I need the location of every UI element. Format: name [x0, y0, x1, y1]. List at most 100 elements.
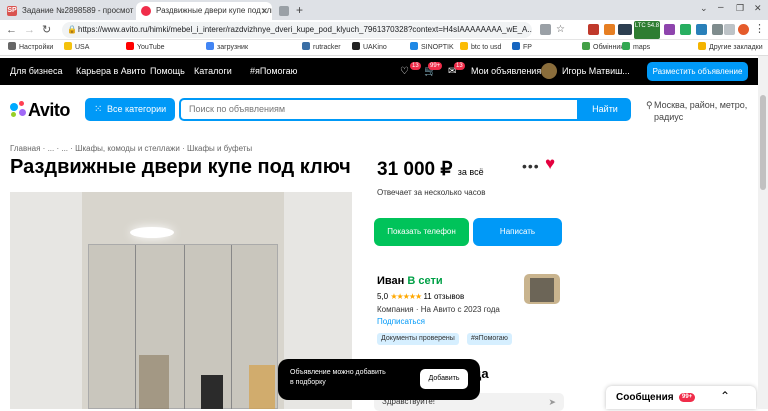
nav-career[interactable]: Карьера в Авито	[76, 66, 146, 76]
more-options-icon[interactable]: •••	[522, 158, 540, 174]
extension-icon[interactable]	[588, 24, 599, 35]
reviews-link[interactable]: 11 отзывов	[423, 292, 464, 301]
bookmark-youtube[interactable]: YouTube	[126, 40, 165, 56]
bookmark-star-icon[interactable]: ☆	[556, 24, 567, 35]
site-top-nav: Для бизнеса Карьера в Авито Помощь Катал…	[0, 58, 758, 85]
location-selector[interactable]: ⚲ Москва, район, метро, радиус	[646, 99, 756, 123]
minimize-icon[interactable]: –	[718, 2, 724, 13]
show-phone-button[interactable]: Показать телефон	[374, 218, 469, 246]
menu-icon[interactable]: ⋮	[754, 22, 765, 35]
seller-name[interactable]: Иван В сети	[377, 275, 443, 287]
docs-verified-badge: Документы проверены	[377, 333, 459, 345]
back-icon[interactable]: ←	[6, 23, 17, 37]
messages-label: Сообщения	[616, 392, 674, 403]
ltc-ticker[interactable]: LTC 54.8	[634, 21, 660, 39]
puzzle-icon[interactable]	[712, 24, 723, 35]
breadcrumb-home[interactable]: Главная	[10, 144, 40, 153]
favorites-badge: 13	[410, 62, 421, 70]
all-categories-label: Все категории	[107, 104, 167, 114]
seller-avatar[interactable]	[524, 274, 560, 304]
seller-status: В сети	[407, 275, 443, 287]
breadcrumb-item[interactable]: ...	[61, 144, 68, 153]
messages-count-badge: 99+	[679, 393, 696, 402]
add-to-collection-button[interactable]: Добавить	[420, 369, 468, 389]
extension-icon[interactable]	[696, 24, 707, 35]
favorite-heart-icon[interactable]: ♥	[545, 154, 555, 174]
bookmark-zagruznik[interactable]: загрузник	[206, 40, 248, 56]
scrollbar-thumb[interactable]	[760, 95, 766, 190]
bookmark-settings[interactable]: Настройки	[8, 40, 53, 56]
bookmark-fp[interactable]: FP	[512, 40, 532, 56]
lock-icon: 🔒	[67, 25, 77, 34]
price-value: 31 000 ₽	[377, 159, 453, 180]
new-tab-icon[interactable]: +	[296, 3, 303, 17]
bookmarks-bar: Настройки USA YouTube загрузник rutracke…	[0, 40, 768, 56]
subscribe-link[interactable]: Подписаться	[377, 317, 425, 326]
tab-search-icon[interactable]: ⌄	[700, 3, 708, 14]
tab-label: Задание №2898589 - просмотр з	[22, 6, 134, 15]
cart-badge: 99+	[428, 62, 443, 70]
browser-tab-bar: SP Задание №2898589 - просмотр з Раздвиж…	[0, 0, 768, 20]
nav-ya-pomogayu[interactable]: #яПомогаю	[250, 66, 297, 76]
favorites-heart-icon[interactable]: ♡	[400, 66, 411, 77]
extension-icon[interactable]	[604, 24, 615, 35]
response-time: Отвечает за несколько часов	[377, 188, 486, 197]
rating-value: 5,0	[377, 292, 389, 301]
write-button[interactable]: Написать	[473, 218, 562, 246]
extension-icon[interactable]	[664, 24, 675, 35]
price: 31 000 ₽ за всё	[377, 158, 484, 181]
grid-icon: ⁙	[94, 104, 103, 115]
url-text: https://www.avito.ru/himki/mebel_i_inter…	[78, 25, 532, 34]
bookmark-maps[interactable]: maps	[622, 40, 650, 56]
window-close-icon[interactable]: ✕	[754, 3, 762, 14]
bookmark-rutracker[interactable]: rutracker	[302, 40, 341, 56]
user-avatar[interactable]	[541, 63, 557, 79]
maximize-icon[interactable]: ❐	[736, 3, 744, 14]
reload-icon[interactable]: ↻	[42, 23, 51, 37]
sidebar-icon[interactable]	[724, 24, 735, 35]
bookmark-usa[interactable]: USA	[64, 40, 89, 56]
nav-help[interactable]: Помощь	[150, 66, 185, 76]
tab-task[interactable]: SP Задание №2898589 - просмотр з	[2, 2, 134, 20]
bookmark-sinoptik[interactable]: SINOPTIK	[410, 40, 454, 56]
ceiling-lamp	[130, 227, 174, 238]
price-note: за всё	[457, 167, 484, 177]
avito-logo[interactable]: Avito	[28, 100, 70, 121]
nav-catalogs[interactable]: Каталоги	[194, 66, 232, 76]
url-field[interactable]: 🔒 https://www.avito.ru/himki/mebel_i_int…	[62, 22, 532, 38]
bookmark-uakino[interactable]: UAKino	[352, 40, 387, 56]
seller-name-text: Иван	[377, 275, 405, 287]
profile-avatar[interactable]	[738, 24, 749, 35]
tab-close-icon[interactable]: ✕	[260, 2, 268, 20]
bookmark-btc[interactable]: btc to usd	[460, 40, 501, 56]
share-icon[interactable]	[540, 24, 551, 35]
breadcrumb-item[interactable]: Шкафы и буфеты	[187, 144, 252, 153]
post-ad-button[interactable]: Разместить объявление	[647, 62, 748, 81]
bookmark-other[interactable]: Другие закладки	[698, 40, 763, 56]
breadcrumb-item[interactable]: Шкафы, комоды и стеллажи	[75, 144, 180, 153]
ya-pomogayu-badge: #яПомогаю	[467, 333, 512, 345]
extension-icon[interactable]	[618, 24, 632, 35]
nav-my-ads[interactable]: Мои объявления	[471, 66, 541, 76]
tab-avito[interactable]: Раздвижные двери купе под клю ✕	[136, 2, 272, 20]
avito-favicon-icon	[141, 6, 151, 16]
messages-widget[interactable]: Сообщения 99+ ⌃	[606, 386, 756, 409]
forward-icon[interactable]: →	[24, 23, 35, 37]
mirror-doors	[88, 244, 278, 409]
send-icon[interactable]: ➤	[548, 393, 556, 411]
location-pin-icon: ⚲	[646, 100, 653, 110]
user-name[interactable]: Игорь Матвиш...	[562, 66, 630, 76]
extension-icon[interactable]	[680, 24, 691, 35]
bookmark-exchanger[interactable]: Обмінник	[582, 40, 623, 56]
find-button[interactable]: Найти	[579, 98, 631, 121]
search-input[interactable]: Поиск по объявлениям	[179, 98, 579, 121]
address-bar: ← → ↻ 🔒 https://www.avito.ru/himki/mebel…	[0, 20, 768, 40]
location-text: Москва, район, метро, радиус	[654, 100, 748, 122]
nav-business[interactable]: Для бизнеса	[10, 66, 63, 76]
all-categories-button[interactable]: ⁙ Все категории	[85, 98, 175, 121]
breadcrumb-item[interactable]: ...	[48, 144, 55, 153]
tab-blank[interactable]	[274, 2, 294, 20]
tab-label: Раздвижные двери купе под клю	[156, 6, 272, 15]
seller-rating[interactable]: 5,0 ★★★★★ 11 отзывов	[377, 292, 464, 301]
chevron-up-icon[interactable]: ⌃	[720, 385, 730, 408]
